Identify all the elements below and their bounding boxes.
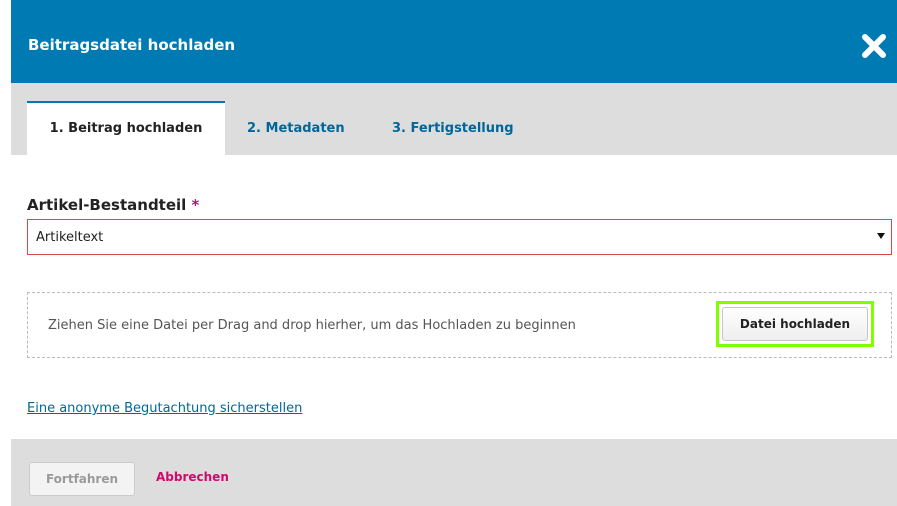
close-icon bbox=[862, 34, 886, 58]
upload-modal: Beitragsdatei hochladen 1. Beitrag hochl… bbox=[11, 0, 897, 506]
upload-file-button-label: Datei hochladen bbox=[722, 307, 868, 341]
modal-header: Beitragsdatei hochladen bbox=[11, 0, 897, 83]
component-select-value: Artikeltext bbox=[36, 230, 104, 245]
modal-title: Beitragsdatei hochladen bbox=[28, 36, 236, 54]
cancel-button[interactable]: Abbrechen bbox=[156, 470, 229, 484]
required-marker: * bbox=[191, 196, 200, 214]
page: Beitragsdatei hochladen 1. Beitrag hochl… bbox=[0, 0, 897, 506]
tab-completion[interactable]: 3. Fertigstellung bbox=[392, 101, 514, 155]
tab-upload[interactable]: 1. Beitrag hochladen bbox=[27, 101, 225, 155]
step-tabs: 1. Beitrag hochladen 2. Metadaten 3. Fer… bbox=[11, 83, 897, 155]
component-label: Artikel-Bestandteil * bbox=[27, 196, 199, 214]
component-label-text: Artikel-Bestandteil bbox=[27, 196, 187, 214]
modal-footer: Fortfahren Abbrechen bbox=[11, 439, 897, 506]
upload-file-button[interactable]: Datei hochladen bbox=[716, 301, 874, 347]
tab-metadata[interactable]: 2. Metadaten bbox=[247, 101, 345, 155]
anonymous-review-link[interactable]: Eine anonyme Begutachtung sicherstellen bbox=[27, 401, 302, 416]
component-select[interactable]: Artikeltext bbox=[27, 219, 892, 255]
close-button[interactable] bbox=[861, 33, 887, 59]
dropzone-text: Ziehen Sie eine Datei per Drag and drop … bbox=[48, 318, 576, 333]
continue-button[interactable]: Fortfahren bbox=[29, 462, 135, 496]
dropdown-arrow-icon bbox=[877, 233, 885, 239]
